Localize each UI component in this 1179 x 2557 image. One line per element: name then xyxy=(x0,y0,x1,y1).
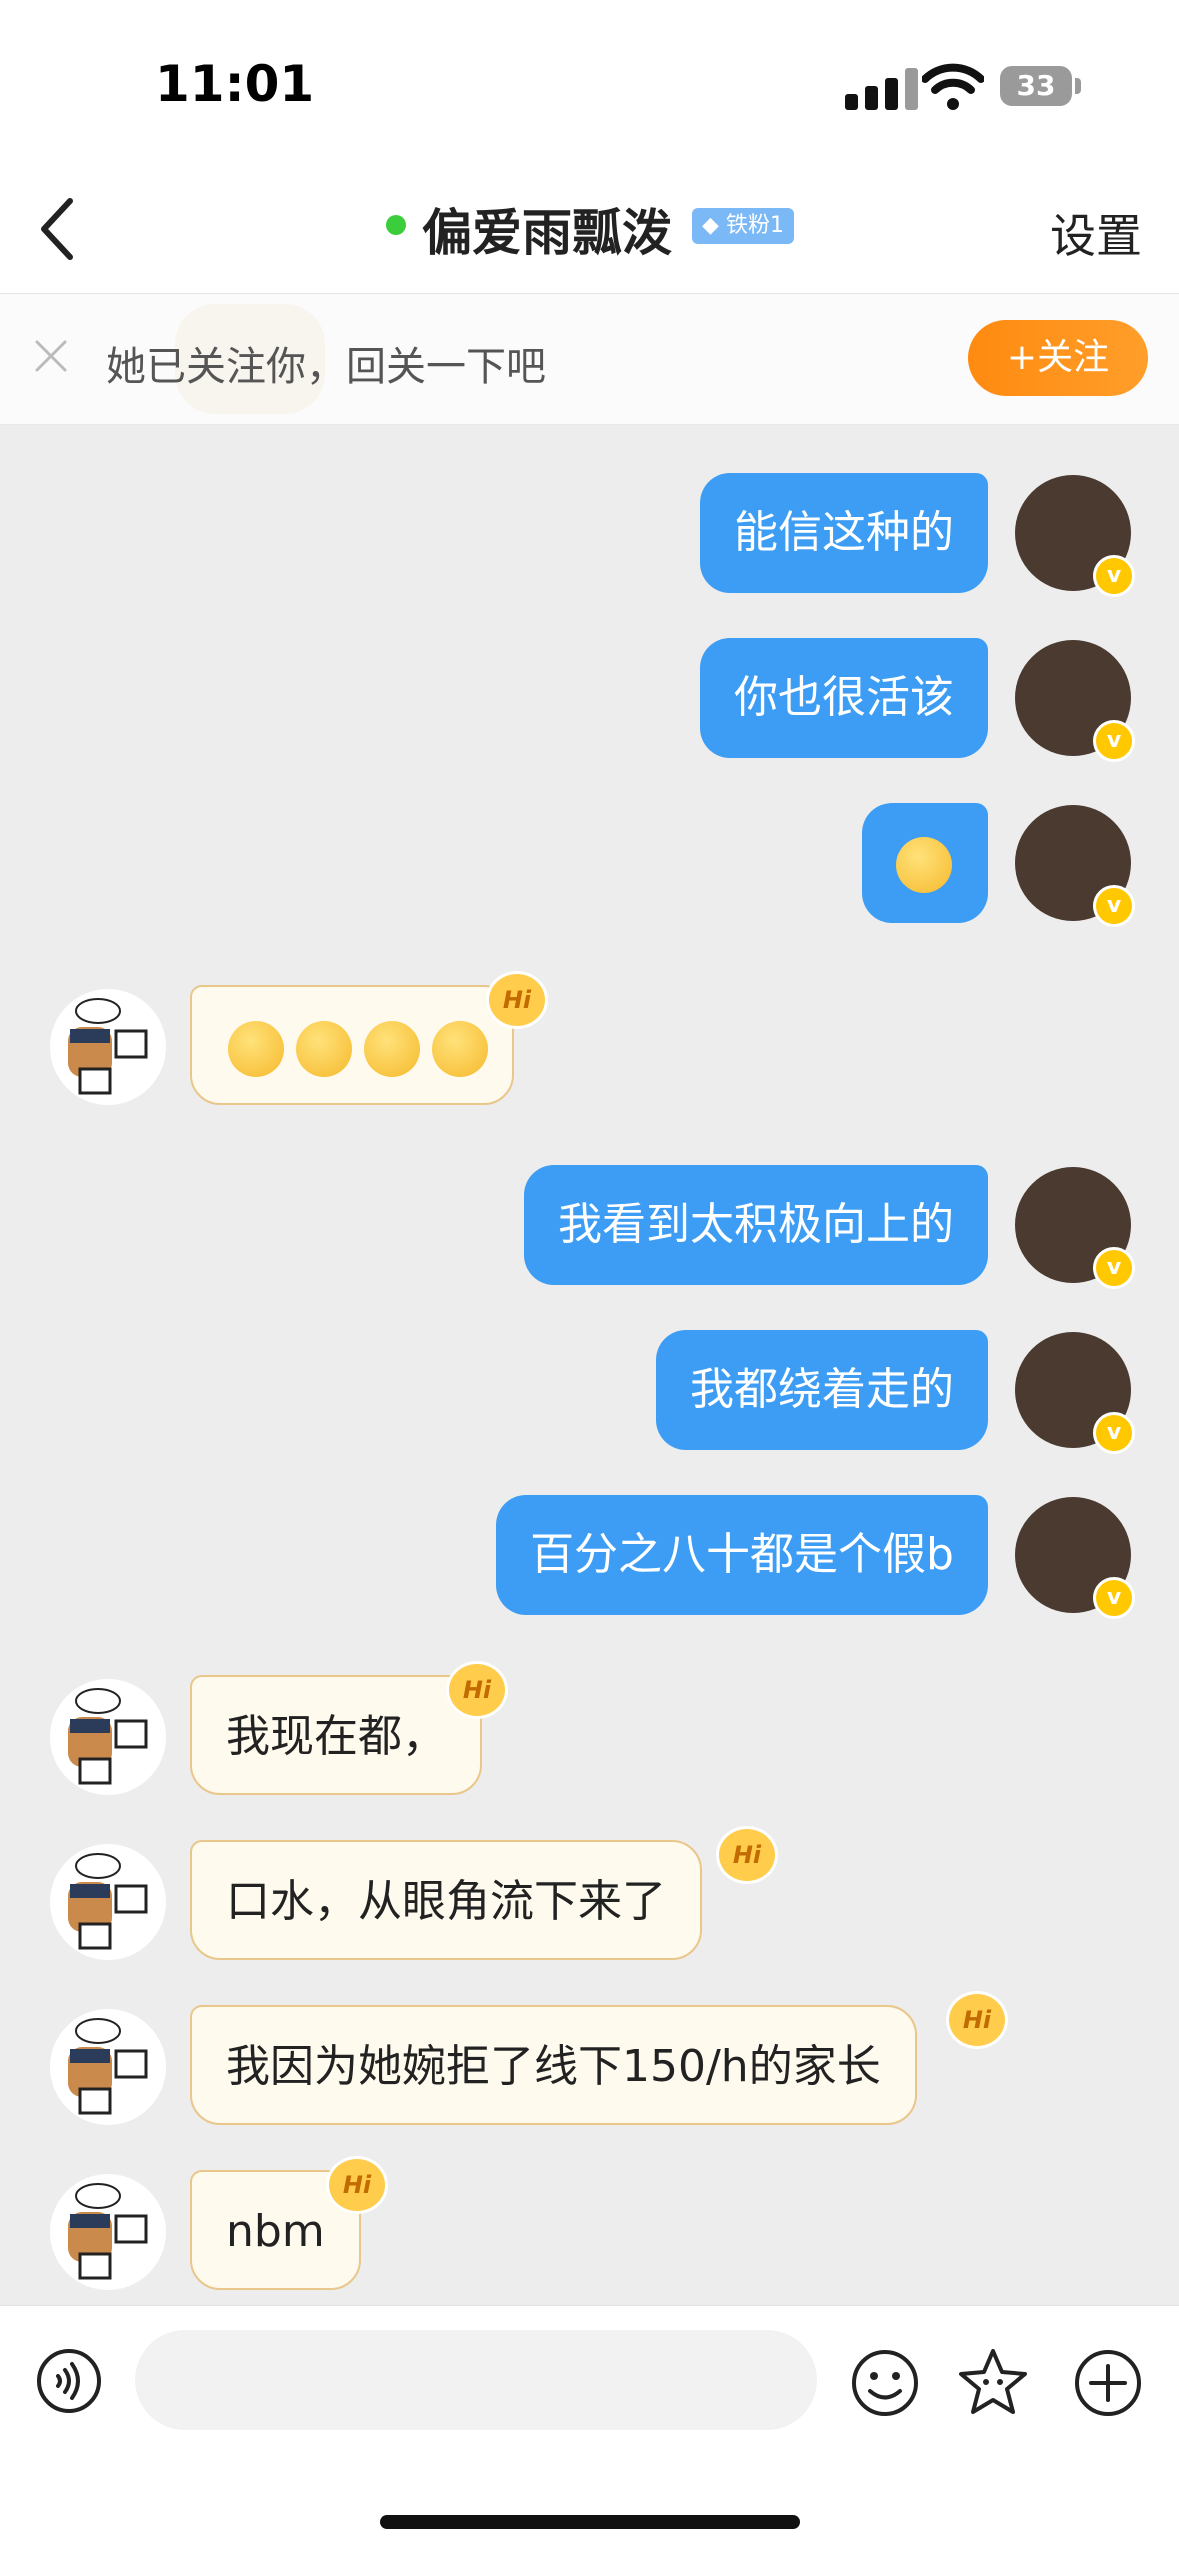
message-bubble[interactable]: 我因为她婉拒了线下150/h的家长 xyxy=(190,2005,917,2125)
voice-input-icon[interactable] xyxy=(36,2348,102,2414)
emoji-bubble[interactable] xyxy=(862,803,988,923)
hi-badge-icon: Hi xyxy=(326,2156,388,2214)
verified-badge-icon: v xyxy=(1093,555,1135,597)
hi-badge-icon: Hi xyxy=(716,1826,778,1884)
verified-badge-icon: v xyxy=(1093,1577,1135,1619)
sleepy-face-emoji-icon xyxy=(432,1021,488,1077)
sleepy-face-emoji-icon xyxy=(296,1021,352,1077)
cellular-signal-icon xyxy=(845,66,925,110)
add-more-icon[interactable] xyxy=(1073,2348,1143,2418)
cartoon-dog-avatar-icon xyxy=(68,2018,148,2115)
hi-badge-icon: Hi xyxy=(446,1661,508,1719)
wifi-icon xyxy=(922,63,984,110)
cartoon-dog-avatar-icon xyxy=(68,1853,148,1950)
contact-avatar[interactable] xyxy=(50,1844,166,1960)
contact-avatar[interactable] xyxy=(50,989,166,1105)
verified-badge-icon: v xyxy=(1093,1412,1135,1454)
chat-header: 偏爱雨瓢泼 ◆ 铁粉1 设置 xyxy=(0,165,1179,294)
cartoon-dog-avatar-icon xyxy=(68,2183,148,2280)
follow-back-banner: 她已关注你，回关一下吧 +关注 xyxy=(0,294,1179,425)
fan-level-label: 铁粉1 xyxy=(725,213,784,238)
crying-face-emoji-icon xyxy=(896,837,952,893)
verified-badge-icon: v xyxy=(1093,1247,1135,1289)
message-bubble[interactable]: 我都绕着走的 xyxy=(656,1330,988,1450)
message-bubble[interactable]: 我现在都， xyxy=(190,1675,482,1795)
contact-avatar[interactable] xyxy=(50,2174,166,2290)
sleepy-face-emoji-icon xyxy=(364,1021,420,1077)
message-input[interactable] xyxy=(135,2330,817,2430)
home-indicator xyxy=(380,2515,800,2529)
cartoon-dog-avatar-icon xyxy=(68,1688,148,1785)
status-time: 11:01 xyxy=(155,55,315,113)
online-status-dot xyxy=(386,215,406,235)
follow-button[interactable]: +关注 xyxy=(968,320,1148,396)
status-bar: 11:01 33 xyxy=(0,0,1179,165)
message-bubble[interactable]: 百分之八十都是个假b xyxy=(496,1495,988,1615)
contact-avatar[interactable] xyxy=(50,1679,166,1795)
fan-level-badge: ◆ 铁粉1 xyxy=(692,208,794,244)
chat-title[interactable]: 偏爱雨瓢泼 xyxy=(422,193,672,265)
battery-indicator: 33 xyxy=(1000,66,1072,106)
hi-badge-icon: Hi xyxy=(486,971,548,1029)
emoji-picker-icon[interactable] xyxy=(850,2348,920,2418)
contact-avatar[interactable] xyxy=(50,2009,166,2125)
message-bubble[interactable]: 我看到太积极向上的 xyxy=(524,1165,988,1285)
battery-tip xyxy=(1075,78,1081,94)
message-bubble[interactable]: 能信这种的 xyxy=(700,473,988,593)
emoji-bubble[interactable] xyxy=(190,985,514,1105)
cartoon-dog-avatar-icon xyxy=(68,998,148,1095)
sleepy-face-emoji-icon xyxy=(228,1021,284,1077)
verified-badge-icon: v xyxy=(1093,720,1135,762)
message-bubble[interactable]: 你也很活该 xyxy=(700,638,988,758)
sticker-icon[interactable] xyxy=(957,2346,1029,2418)
banner-text: 她已关注你，回关一下吧 xyxy=(106,344,546,390)
close-icon[interactable] xyxy=(33,338,69,374)
verified-badge-icon: v xyxy=(1093,885,1135,927)
back-chevron-icon[interactable] xyxy=(30,195,90,263)
message-list[interactable]: 能信这种的 v 你也很活该 v v Hi 我看到太积极向上的 v 我都绕着走的 xyxy=(0,425,1179,2305)
settings-button[interactable]: 设置 xyxy=(1050,200,1142,266)
message-bubble[interactable]: 口水，从眼角流下来了 xyxy=(190,1840,702,1960)
hi-badge-icon: Hi xyxy=(946,1991,1008,2049)
